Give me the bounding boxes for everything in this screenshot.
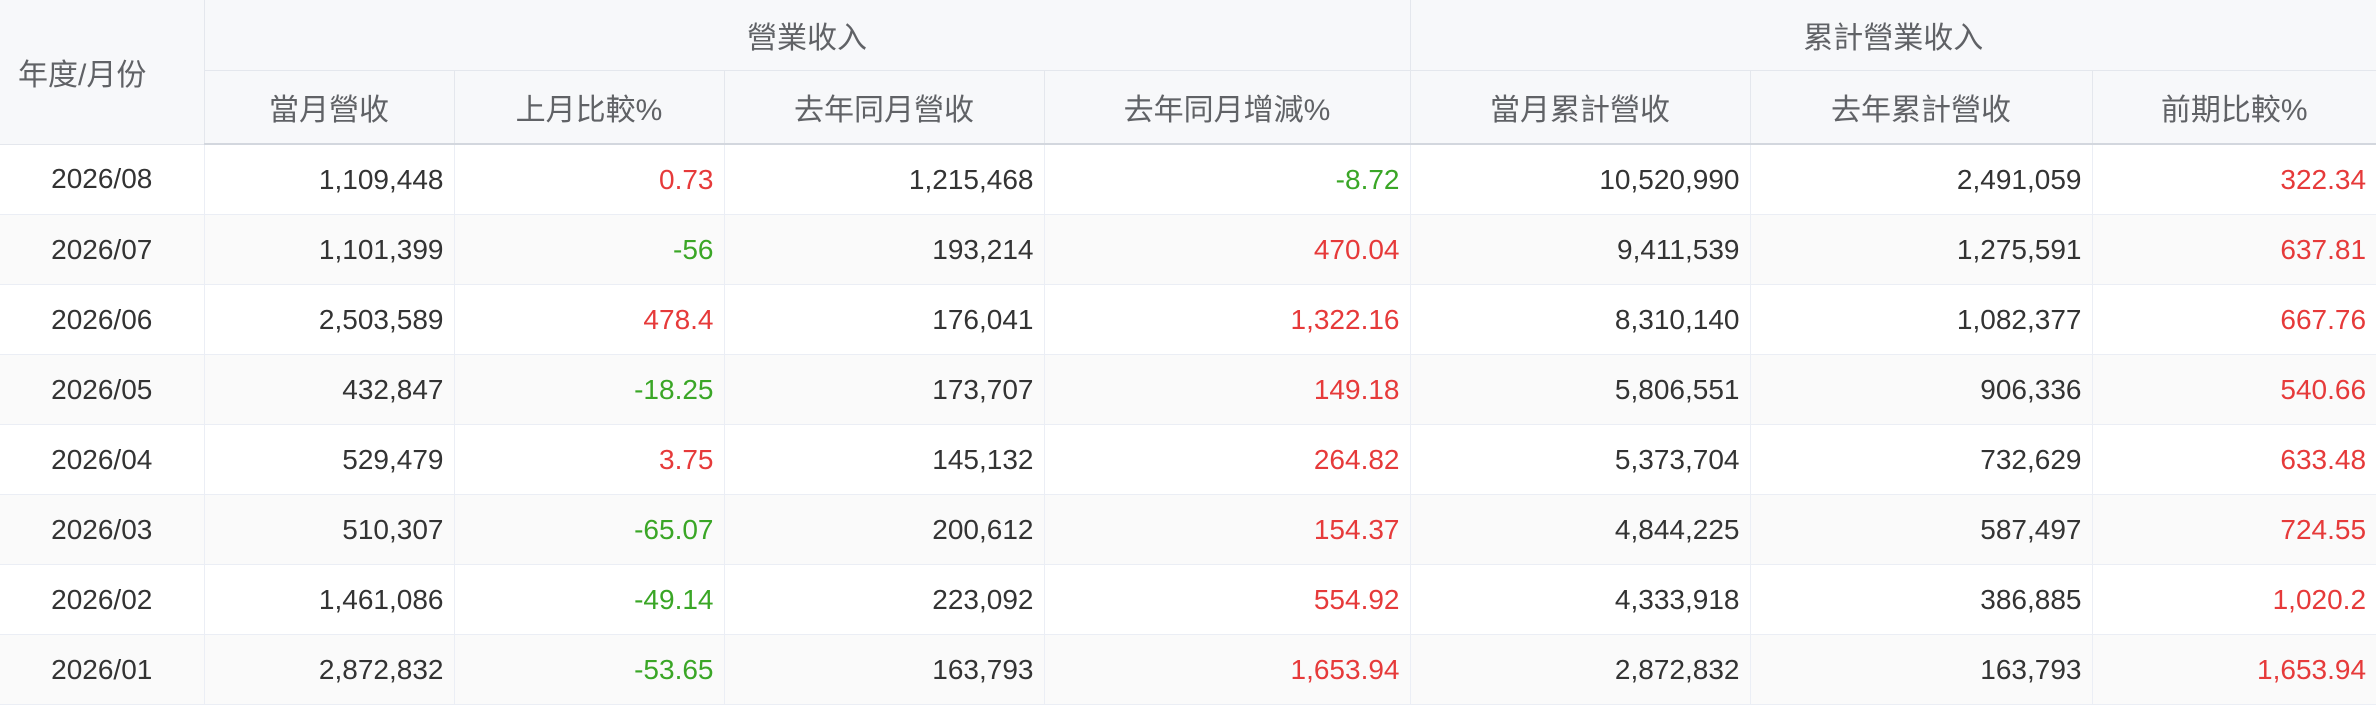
last-year-monthly-cell: 193,214	[724, 214, 1045, 285]
cumulative-change-cell: 667.76	[2092, 284, 2376, 355]
mom-change-cell: -53.65	[454, 634, 725, 705]
last-year-monthly-cell: 176,041	[724, 284, 1045, 355]
cumulative-change-cell: 1,020.2	[2092, 564, 2376, 635]
last-year-monthly-cell: 223,092	[724, 564, 1045, 635]
last-year-cumulative-cell: 386,885	[1750, 564, 2093, 635]
mom-change-cell: 478.4	[454, 284, 725, 355]
monthly-revenue-cell: 432,847	[204, 354, 455, 425]
monthly-revenue-cell: 1,101,399	[204, 214, 455, 285]
last-year-monthly-cell: 173,707	[724, 354, 1045, 425]
cumulative-change-cell: 724.55	[2092, 494, 2376, 565]
cumulative-revenue-cell: 4,844,225	[1410, 494, 1751, 565]
monthly-revenue-cell: 1,109,448	[204, 144, 455, 215]
monthly-revenue-cell: 2,503,589	[204, 284, 455, 355]
col-header-last-year-cumulative: 去年累計營收	[1750, 70, 2093, 145]
cumulative-revenue-cell: 9,411,539	[1410, 214, 1751, 285]
cumulative-revenue-cell: 2,872,832	[1410, 634, 1751, 705]
yoy-change-cell: 149.18	[1044, 354, 1411, 425]
last-year-cumulative-cell: 732,629	[1750, 424, 2093, 495]
cumulative-revenue-cell: 5,806,551	[1410, 354, 1751, 425]
last-year-cumulative-cell: 1,275,591	[1750, 214, 2093, 285]
mom-change-cell: 3.75	[454, 424, 725, 495]
yoy-change-cell: 1,322.16	[1044, 284, 1411, 355]
table-row: 2026/03 510,307 -65.07 200,612 154.37 4,844,2…	[0, 494, 2376, 565]
col-header-last-year-monthly: 去年同月營收	[724, 70, 1045, 145]
period-cell: 2026/08	[0, 144, 205, 215]
cumulative-revenue-group-header: 累計營業收入	[1410, 0, 2376, 71]
revenue-table: 年度/月份 營業收入 累計營業收入 當月營收 上月比較% 去年同月營收 去年同月…	[0, 0, 2376, 705]
mom-change-cell: -18.25	[454, 354, 725, 425]
last-year-cumulative-cell: 163,793	[1750, 634, 2093, 705]
monthly-revenue-cell: 510,307	[204, 494, 455, 565]
period-cell: 2026/06	[0, 284, 205, 355]
table-row: 2026/02 1,461,086 -49.14 223,092 554.92 4,333…	[0, 564, 2376, 635]
cumulative-change-cell: 633.48	[2092, 424, 2376, 495]
col-header-yoy-change: 去年同月增減%	[1044, 70, 1411, 145]
yoy-change-cell: 154.37	[1044, 494, 1411, 565]
table-row: 2026/06 2,503,589 478.4 176,041 1,322.16 8,31…	[0, 284, 2376, 355]
yoy-change-cell: 470.04	[1044, 214, 1411, 285]
table-row: 2026/01 2,872,832 -53.65 163,793 1,653.94 2,8…	[0, 634, 2376, 705]
yoy-change-cell: 1,653.94	[1044, 634, 1411, 705]
period-cell: 2026/02	[0, 564, 205, 635]
last-year-cumulative-cell: 587,497	[1750, 494, 2093, 565]
monthly-revenue-cell: 529,479	[204, 424, 455, 495]
period-cell: 2026/03	[0, 494, 205, 565]
period-cell: 2026/01	[0, 634, 205, 705]
last-year-cumulative-cell: 2,491,059	[1750, 144, 2093, 215]
period-column-header: 年度/月份	[0, 0, 205, 145]
monthly-revenue-cell: 2,872,832	[204, 634, 455, 705]
col-header-cumulative-revenue: 當月累計營收	[1410, 70, 1751, 145]
period-cell: 2026/07	[0, 214, 205, 285]
cumulative-change-cell: 637.81	[2092, 214, 2376, 285]
yoy-change-cell: 264.82	[1044, 424, 1411, 495]
mom-change-cell: -56	[454, 214, 725, 285]
mom-change-cell: 0.73	[454, 144, 725, 215]
table-row: 2026/07 1,101,399 -56 193,214 470.04 9,411,53…	[0, 214, 2376, 285]
cumulative-change-cell: 322.34	[2092, 144, 2376, 215]
yoy-change-cell: -8.72	[1044, 144, 1411, 215]
table-row: 2026/08 1,109,448 0.73 1,215,468 -8.72 10,520…	[0, 144, 2376, 215]
last-year-monthly-cell: 1,215,468	[724, 144, 1045, 215]
table-row: 2026/04 529,479 3.75 145,132 264.82 5,373,704…	[0, 424, 2376, 495]
mom-change-cell: -49.14	[454, 564, 725, 635]
yoy-change-cell: 554.92	[1044, 564, 1411, 635]
col-header-cumulative-change: 前期比較%	[2092, 70, 2376, 145]
cumulative-change-cell: 540.66	[2092, 354, 2376, 425]
monthly-revenue-cell: 1,461,086	[204, 564, 455, 635]
period-cell: 2026/04	[0, 424, 205, 495]
period-cell: 2026/05	[0, 354, 205, 425]
cumulative-revenue-cell: 10,520,990	[1410, 144, 1751, 215]
cumulative-revenue-cell: 8,310,140	[1410, 284, 1751, 355]
last-year-monthly-cell: 163,793	[724, 634, 1045, 705]
col-header-mom-change: 上月比較%	[454, 70, 725, 145]
cumulative-change-cell: 1,653.94	[2092, 634, 2376, 705]
col-header-monthly-revenue: 當月營收	[204, 70, 455, 145]
last-year-monthly-cell: 200,612	[724, 494, 1045, 565]
mom-change-cell: -65.07	[454, 494, 725, 565]
monthly-revenue-group-header: 營業收入	[204, 0, 1411, 71]
last-year-cumulative-cell: 906,336	[1750, 354, 2093, 425]
table-body: 2026/08 1,109,448 0.73 1,215,468 -8.72 10,520…	[0, 144, 2376, 705]
last-year-monthly-cell: 145,132	[724, 424, 1045, 495]
last-year-cumulative-cell: 1,082,377	[1750, 284, 2093, 355]
cumulative-revenue-cell: 4,333,918	[1410, 564, 1751, 635]
cumulative-revenue-cell: 5,373,704	[1410, 424, 1751, 495]
table-row: 2026/05 432,847 -18.25 173,707 149.18 5,806,5…	[0, 354, 2376, 425]
